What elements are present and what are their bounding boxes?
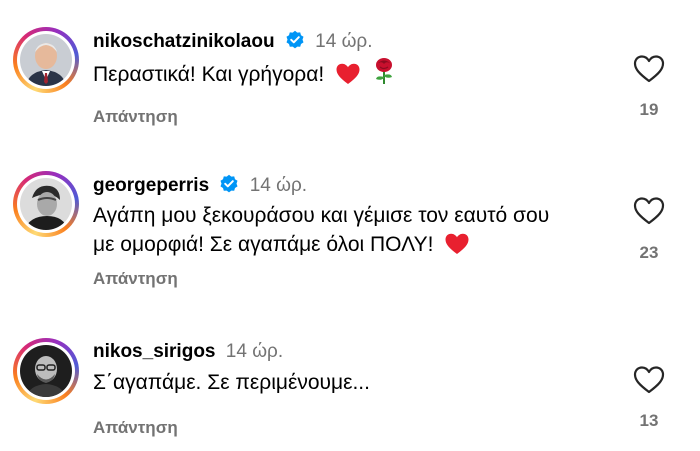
comment-text: Σ΄αγαπάμε. Σε περιμένουμε... bbox=[93, 371, 370, 394]
avatar[interactable] bbox=[13, 338, 79, 404]
comment-username[interactable]: nikos_sirigos bbox=[93, 341, 216, 362]
avatar-photo bbox=[20, 345, 72, 397]
comment-time: 14 ώρ. bbox=[225, 341, 284, 362]
reply-button[interactable]: Απάντηση bbox=[93, 418, 178, 438]
comment-item: nikos_sirigos 14 ώρ. Σ΄αγαπάμε. Σε περιμ… bbox=[0, 0, 700, 451]
heart-outline-icon[interactable] bbox=[633, 365, 665, 395]
like-count: 13 bbox=[639, 411, 659, 430]
